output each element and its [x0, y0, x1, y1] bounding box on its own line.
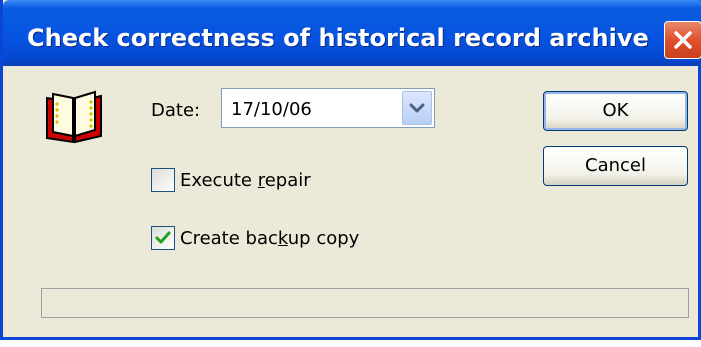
create-backup-label[interactable]: Create backup copy [180, 228, 359, 249]
window-title: Check correctness of historical record a… [27, 24, 649, 52]
date-combobox[interactable]: 17/10/06 [221, 88, 435, 128]
checkmark-icon [155, 231, 171, 244]
open-book-icon [46, 90, 102, 144]
date-label: Date: [151, 100, 201, 121]
date-value[interactable]: 17/10/06 [231, 99, 312, 120]
cancel-button[interactable]: Cancel [543, 146, 688, 186]
status-bar [41, 288, 689, 318]
close-button[interactable] [664, 21, 701, 59]
create-backup-checkbox[interactable] [151, 226, 175, 250]
ok-button[interactable]: OK [543, 91, 688, 131]
chevron-down-icon [409, 103, 425, 113]
close-icon [674, 31, 692, 49]
dialog-content: Date: 17/10/06 OK Cancel Execute repair … [3, 66, 701, 340]
dialog-window: Check correctness of historical record a… [0, 0, 701, 340]
title-bar[interactable]: Check correctness of historical record a… [3, 0, 701, 66]
date-dropdown-button[interactable] [402, 91, 432, 125]
execute-repair-label[interactable]: Execute repair [180, 170, 311, 191]
execute-repair-checkbox[interactable] [151, 168, 175, 192]
